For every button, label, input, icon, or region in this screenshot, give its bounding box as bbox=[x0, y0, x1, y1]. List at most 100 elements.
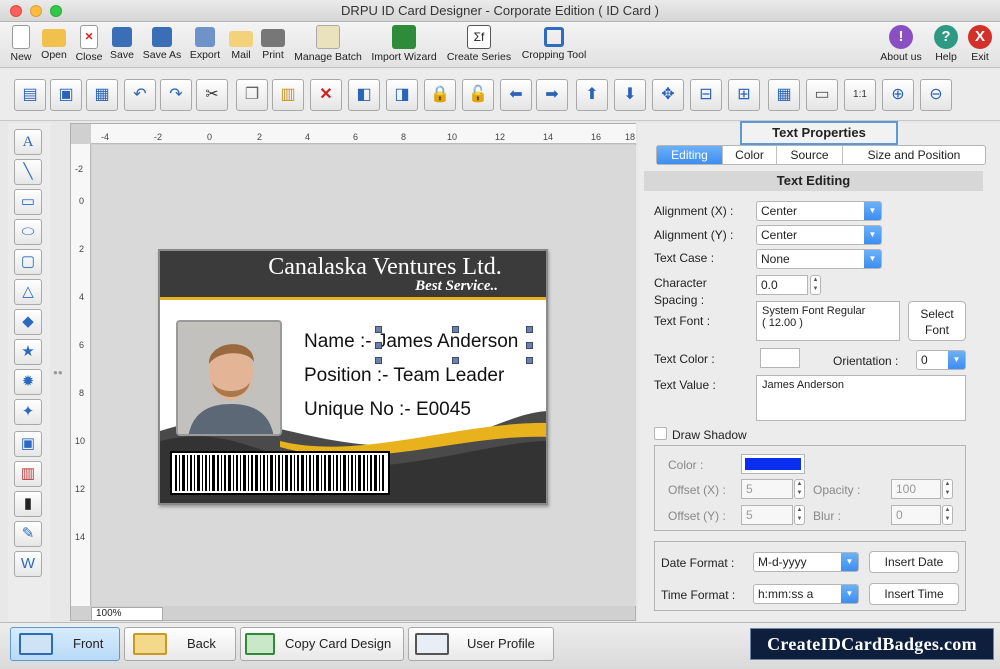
bring-front-icon[interactable]: ◧ bbox=[348, 79, 380, 111]
blur-stepper[interactable]: ▲ ▼ bbox=[942, 505, 953, 525]
company-name[interactable]: Canalaska Ventures Ltd. bbox=[160, 254, 546, 281]
card-unique-no-text[interactable]: Unique No :- E0045 bbox=[304, 399, 471, 421]
undo-icon[interactable]: ↶ bbox=[124, 79, 156, 111]
center-icon[interactable]: ✥ bbox=[652, 79, 684, 111]
cut-icon[interactable]: ✂ bbox=[196, 79, 228, 111]
diamond-tool-icon[interactable]: ◆ bbox=[14, 309, 42, 335]
selection-handle[interactable] bbox=[526, 342, 533, 349]
mail-button[interactable]: Mail bbox=[228, 24, 254, 66]
manage-batch-button[interactable]: Manage Batch bbox=[292, 24, 364, 66]
selection-handle[interactable] bbox=[375, 326, 382, 333]
watermark-tool-icon[interactable]: W bbox=[14, 551, 42, 577]
align-center-horizontal-icon[interactable]: ⊞ bbox=[728, 79, 760, 111]
import-wizard-button[interactable]: Import Wizard bbox=[369, 24, 439, 66]
ellipse-tool-icon[interactable]: ⬭ bbox=[14, 219, 42, 245]
selection-handle[interactable] bbox=[375, 357, 382, 364]
cropping-tool-button[interactable]: Cropping Tool bbox=[518, 24, 590, 66]
properties-icon[interactable]: ▤ bbox=[14, 79, 46, 111]
alignment-y-select[interactable]: Center ▼ bbox=[756, 225, 882, 245]
user-profile-button[interactable]: User Profile bbox=[408, 627, 554, 661]
selection-handle[interactable] bbox=[526, 326, 533, 333]
insert-date-button[interactable]: Insert Date bbox=[869, 551, 959, 573]
offset-x-input[interactable]: 5 bbox=[741, 479, 793, 499]
image-tool-icon[interactable]: ▣ bbox=[14, 431, 42, 457]
tab-source[interactable]: Source bbox=[777, 146, 843, 164]
actual-size-icon[interactable]: 1:1 bbox=[844, 79, 876, 111]
time-format-select[interactable]: h:mm:ss a ▼ bbox=[753, 584, 859, 604]
grid-icon[interactable]: ▦ bbox=[768, 79, 800, 111]
date-format-select[interactable]: M-d-yyyy ▼ bbox=[753, 552, 859, 572]
zoom-out-icon[interactable]: ⊖ bbox=[920, 79, 952, 111]
id-card-front[interactable]: Canalaska Ventures Ltd. Best Service.. N… bbox=[158, 249, 548, 505]
selection-handle[interactable] bbox=[452, 326, 459, 333]
tab-editing[interactable]: Editing bbox=[657, 146, 723, 164]
draw-shadow-checkbox[interactable] bbox=[654, 427, 667, 440]
send-back-icon[interactable]: ◨ bbox=[386, 79, 418, 111]
paste-icon[interactable]: ▥ bbox=[272, 79, 304, 111]
unlock-icon[interactable]: 🔓 bbox=[462, 79, 494, 111]
signature-tool-icon[interactable]: ✎ bbox=[14, 521, 42, 547]
save-as-button[interactable]: Save As bbox=[140, 24, 184, 66]
opacity-stepper[interactable]: ▲ ▼ bbox=[942, 479, 953, 499]
window-zoom-button[interactable] bbox=[50, 5, 62, 17]
tab-color[interactable]: Color bbox=[723, 146, 777, 164]
close-button[interactable]: ✕ Close bbox=[72, 24, 106, 66]
character-spacing-stepper[interactable]: ▲ ▼ bbox=[810, 275, 821, 295]
move-right-icon[interactable]: ➡ bbox=[536, 79, 568, 111]
rectangle-tool-icon[interactable]: ▭ bbox=[14, 189, 42, 215]
tab-size-position[interactable]: Size and Position bbox=[843, 146, 985, 164]
save-button[interactable]: Save bbox=[108, 24, 136, 66]
print-button[interactable]: Print bbox=[259, 24, 287, 66]
align-center-vertical-icon[interactable]: ⊟ bbox=[690, 79, 722, 111]
shadow-color-swatch[interactable] bbox=[741, 454, 805, 474]
help-button[interactable]: ? Help bbox=[932, 24, 960, 66]
delete-icon[interactable]: ✕ bbox=[310, 79, 342, 111]
back-button[interactable]: Back bbox=[124, 627, 236, 661]
star-tool-icon[interactable]: ★ bbox=[14, 339, 42, 365]
card-name-text[interactable]: Name :- James Anderson bbox=[304, 331, 518, 353]
move-left-icon[interactable]: ⬅ bbox=[500, 79, 532, 111]
text-tool-icon[interactable]: A bbox=[14, 129, 42, 155]
copy-card-design-button[interactable]: Copy Card Design bbox=[240, 627, 404, 661]
selection-handle[interactable] bbox=[526, 357, 533, 364]
barcode-tool-icon[interactable]: ▮ bbox=[14, 491, 42, 517]
orientation-select[interactable]: 0 ▼ bbox=[916, 350, 966, 370]
export-button[interactable]: Export bbox=[187, 24, 223, 66]
opacity-input[interactable]: 100 bbox=[891, 479, 941, 499]
card-position-text[interactable]: Position :- Team Leader bbox=[304, 365, 504, 387]
move-up-icon[interactable]: ⬆ bbox=[576, 79, 608, 111]
window-close-button[interactable] bbox=[10, 5, 22, 17]
offset-x-stepper[interactable]: ▲ ▼ bbox=[794, 479, 805, 499]
rounded-rectangle-tool-icon[interactable]: ▢ bbox=[14, 249, 42, 275]
selection-handle[interactable] bbox=[375, 342, 382, 349]
text-value-input[interactable]: James Anderson bbox=[756, 375, 966, 421]
zoom-level[interactable]: 100% bbox=[91, 607, 163, 621]
move-down-icon[interactable]: ⬇ bbox=[614, 79, 646, 111]
window-minimize-button[interactable] bbox=[30, 5, 42, 17]
insert-time-button[interactable]: Insert Time bbox=[869, 583, 959, 605]
line-tool-icon[interactable]: ╲ bbox=[14, 159, 42, 185]
employee-photo[interactable] bbox=[176, 320, 282, 436]
text-case-select[interactable]: None ▼ bbox=[756, 249, 882, 269]
splitter-handle[interactable]: ●● bbox=[53, 368, 69, 377]
offset-y-stepper[interactable]: ▲ ▼ bbox=[794, 505, 805, 525]
redo-icon[interactable]: ↷ bbox=[160, 79, 192, 111]
selection-handle[interactable] bbox=[452, 357, 459, 364]
exit-button[interactable]: X Exit bbox=[966, 24, 994, 66]
text-color-swatch[interactable] bbox=[760, 348, 800, 368]
select-font-button[interactable]: Select Font bbox=[908, 301, 966, 341]
triangle-tool-icon[interactable]: △ bbox=[14, 279, 42, 305]
character-spacing-input[interactable]: 0.0 bbox=[756, 275, 808, 295]
lock-icon[interactable]: 🔒 bbox=[424, 79, 456, 111]
star-4-tool-icon[interactable]: ✦ bbox=[14, 399, 42, 425]
card-barcode[interactable] bbox=[170, 451, 390, 495]
offset-y-input[interactable]: 5 bbox=[741, 505, 793, 525]
blur-input[interactable]: 0 bbox=[891, 505, 941, 525]
open-button[interactable]: Open bbox=[38, 24, 70, 66]
alignment-x-select[interactable]: Center ▼ bbox=[756, 201, 882, 221]
burst-tool-icon[interactable]: ✹ bbox=[14, 369, 42, 395]
front-button[interactable]: Front bbox=[10, 627, 120, 661]
create-series-button[interactable]: Σf Create Series bbox=[446, 24, 512, 66]
zoom-in-icon[interactable]: ⊕ bbox=[882, 79, 914, 111]
image-export-icon[interactable]: ▦ bbox=[86, 79, 118, 111]
